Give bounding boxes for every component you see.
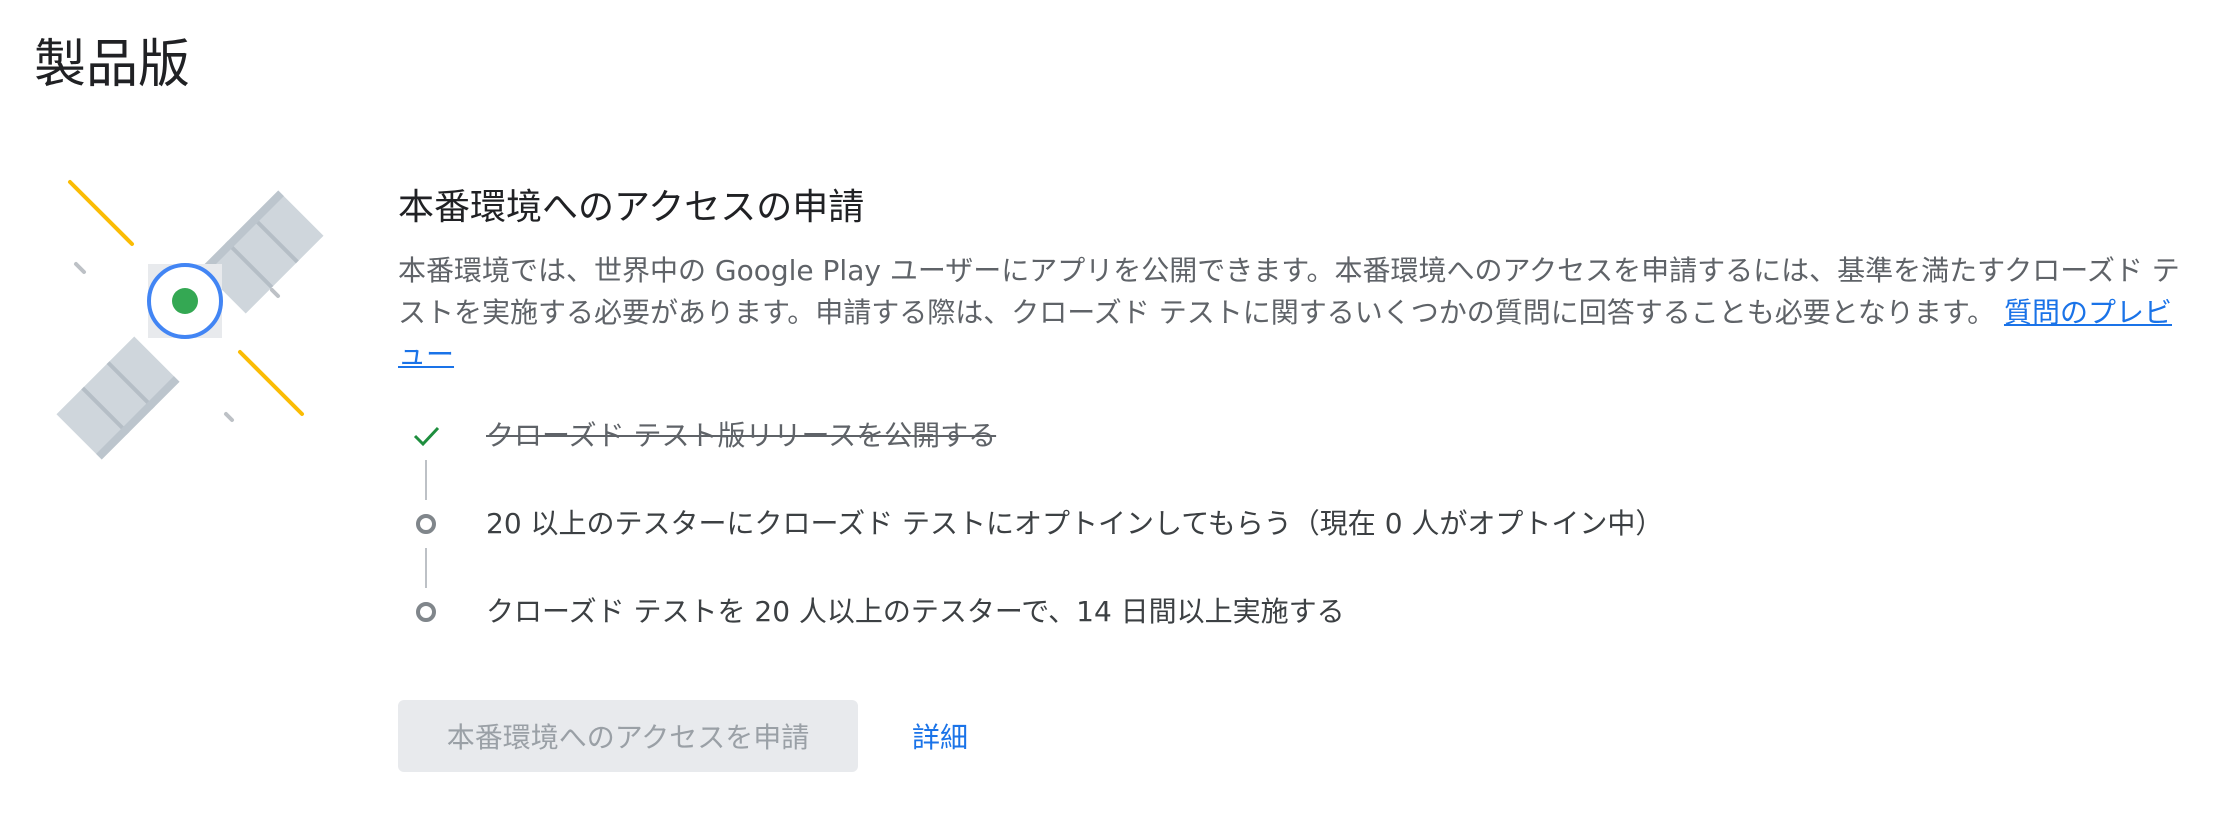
step-label: 20 以上のテスターにクローズド テストにオプトインしてもらう（現在 0 人がオ… [486, 507, 1664, 540]
step-label: クローズド テストを 20 人以上のテスターで、14 日間以上実施する [486, 595, 1345, 628]
requirement-steps: クローズド テスト版リリースを公開する 20 以上のテスターにクローズド テスト… [398, 412, 2198, 636]
page-title: 製品版 [34, 35, 191, 95]
step-label: クローズド テスト版リリースを公開する [486, 419, 997, 452]
satellite-illustration [40, 160, 340, 460]
details-link[interactable]: 詳細 [912, 716, 968, 756]
section-title: 本番環境へのアクセスの申請 [398, 187, 865, 228]
action-bar: 本番環境へのアクセスを申請 詳細 [398, 700, 968, 772]
circle-icon [398, 588, 454, 636]
description-text: 本番環境では、世界中の Google Play ユーザーにアプリを公開できます。… [398, 254, 2180, 329]
step-item-opt-in-testers: 20 以上のテスターにクローズド テストにオプトインしてもらう（現在 0 人がオ… [398, 500, 1663, 548]
step-item-run-test: クローズド テストを 20 人以上のテスターで、14 日間以上実施する [398, 588, 1345, 636]
request-production-access-button[interactable]: 本番環境へのアクセスを申請 [398, 700, 858, 772]
step-item-publish-release: クローズド テスト版リリースを公開する [398, 412, 996, 460]
section-description: 本番環境では、世界中の Google Play ユーザーにアプリを公開できます。… [398, 250, 2198, 376]
check-icon [398, 412, 454, 460]
satellite-icon [56, 180, 324, 460]
production-access-section: 本番環境へのアクセスの申請 本番環境では、世界中の Google Play ユー… [398, 180, 2198, 636]
circle-icon [398, 500, 454, 548]
